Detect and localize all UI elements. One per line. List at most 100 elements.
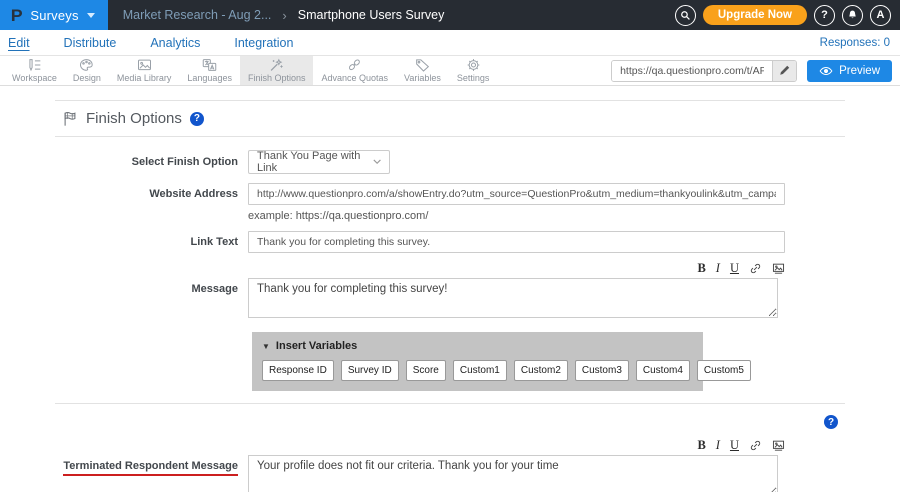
finish-flag-icon	[62, 111, 78, 127]
tab-analytics[interactable]: Analytics	[150, 36, 200, 50]
surveys-menu-button[interactable]: P Surveys	[0, 0, 108, 30]
topbar-actions: Upgrade Now ? A	[675, 5, 900, 26]
preview-button[interactable]: Preview	[807, 60, 892, 82]
finish-options-card: Finish Options ? Select Finish Option Th…	[55, 100, 845, 492]
breadcrumb: Market Research - Aug 2... › Smartphone …	[123, 8, 445, 23]
tool-settings[interactable]: Settings	[449, 56, 498, 85]
terminated-label: Terminated Respondent Message	[55, 455, 238, 492]
message-textarea[interactable]: Thank you for completing this survey!	[248, 278, 778, 318]
settings-icon	[466, 58, 481, 72]
avatar-initial: A	[877, 9, 885, 21]
tool-languages[interactable]: Languages	[179, 56, 240, 85]
image-icon[interactable]	[772, 439, 785, 452]
website-address-label: Website Address	[55, 183, 238, 222]
variable-response-id-button[interactable]: Response ID	[262, 360, 334, 381]
toolbar-right: Preview	[611, 56, 900, 85]
tool-label: Settings	[457, 73, 490, 83]
top-bar: P Surveys Market Research - Aug 2... › S…	[0, 0, 900, 30]
bold-icon[interactable]: B	[697, 262, 705, 275]
tool-workspace[interactable]: Workspace	[4, 56, 65, 85]
bold-icon[interactable]: B	[697, 439, 705, 452]
tool-label: Advance Quotas	[321, 73, 388, 83]
account-avatar[interactable]: A	[870, 5, 891, 26]
variable-custom2-button[interactable]: Custom2	[514, 360, 568, 381]
edit-url-button[interactable]	[772, 61, 796, 81]
help-button[interactable]: ?	[814, 5, 835, 26]
questionpro-logo: P	[11, 7, 23, 24]
search-button[interactable]	[675, 5, 696, 26]
help-icon[interactable]: ?	[190, 112, 204, 126]
terminated-row: Terminated Respondent Message Your profi…	[55, 455, 845, 492]
design-icon	[79, 58, 94, 72]
survey-tab-bar: Edit Distribute Analytics Integration Re…	[0, 30, 900, 56]
variable-survey-id-button[interactable]: Survey ID	[341, 360, 399, 381]
link-text-input[interactable]	[248, 231, 785, 253]
eye-icon	[819, 66, 833, 76]
variable-custom5-button[interactable]: Custom5	[697, 360, 751, 381]
message-label: Message	[55, 278, 238, 323]
tool-advance-quotas[interactable]: Advance Quotas	[313, 56, 396, 85]
variable-buttons: Response ID Survey ID Score Custom1 Cust…	[262, 360, 693, 381]
variable-score-button[interactable]: Score	[406, 360, 446, 381]
breadcrumb-folder[interactable]: Market Research - Aug 2...	[123, 8, 272, 22]
tool-label: Languages	[187, 73, 232, 83]
underline-icon[interactable]: U	[730, 262, 739, 275]
caret-down-icon	[87, 13, 95, 18]
chevron-down-icon	[373, 159, 381, 165]
advance-quotas-icon	[347, 58, 362, 72]
tool-label: Media Library	[117, 73, 172, 83]
notifications-button[interactable]	[842, 5, 863, 26]
search-icon	[680, 10, 691, 21]
workspace-icon	[27, 58, 42, 72]
link-text-label: Link Text	[55, 236, 238, 248]
variable-custom3-button[interactable]: Custom3	[575, 360, 629, 381]
terminated-textarea[interactable]: Your profile does not fit our criteria. …	[248, 455, 778, 492]
variables-icon	[415, 58, 430, 72]
tool-label: Workspace	[12, 73, 57, 83]
image-icon[interactable]	[772, 262, 785, 275]
terminated-help-icon[interactable]: ?	[824, 415, 838, 429]
italic-icon[interactable]: I	[716, 262, 720, 275]
product-label: Surveys	[30, 8, 78, 23]
italic-icon[interactable]: I	[716, 439, 720, 452]
link-icon[interactable]	[749, 439, 762, 452]
tool-label: Design	[73, 73, 101, 83]
finish-option-label: Select Finish Option	[55, 156, 238, 168]
survey-url-group	[611, 60, 797, 82]
responses-count[interactable]: Responses: 0	[820, 37, 890, 49]
finish-option-select[interactable]: Thank You Page with Link	[248, 150, 390, 174]
tool-variables[interactable]: Variables	[396, 56, 449, 85]
finish-options-form: Select Finish Option Thank You Page with…	[55, 137, 845, 404]
bell-icon	[847, 9, 858, 21]
link-icon[interactable]	[749, 262, 762, 275]
tab-edit[interactable]: Edit	[8, 36, 30, 50]
finish-options-icon	[269, 58, 284, 72]
chevron-right-icon: ›	[282, 8, 286, 23]
message-editor-toolbar: B I U	[248, 262, 785, 275]
tab-integration[interactable]: Integration	[234, 36, 293, 50]
main-content: Finish Options ? Select Finish Option Th…	[0, 86, 900, 492]
tool-finish-options[interactable]: Finish Options	[240, 56, 314, 85]
question-circle-icon: ?	[821, 9, 828, 21]
survey-url-input[interactable]	[612, 61, 772, 81]
website-example-text: example: https://qa.questionpro.com/	[248, 210, 845, 222]
tool-label: Finish Options	[248, 73, 306, 83]
variable-custom1-button[interactable]: Custom1	[453, 360, 507, 381]
tab-distribute[interactable]: Distribute	[64, 36, 117, 50]
underline-icon[interactable]: U	[730, 439, 739, 452]
edit-pencil-icon	[779, 65, 790, 76]
tool-media-library[interactable]: Media Library	[109, 56, 180, 85]
website-address-input[interactable]	[248, 183, 785, 205]
insert-variables-label: Insert Variables	[276, 340, 357, 352]
terminated-section: ? B I U Terminated Respondent Message Yo…	[55, 404, 845, 492]
insert-variables-toggle[interactable]: ▼ Insert Variables	[262, 340, 693, 352]
insert-variables-panel: ▼ Insert Variables Response ID Survey ID…	[252, 332, 703, 391]
message-row: Message Thank you for completing this su…	[55, 278, 845, 323]
preview-label: Preview	[839, 65, 880, 77]
languages-icon	[202, 58, 217, 72]
variable-custom4-button[interactable]: Custom4	[636, 360, 690, 381]
upgrade-now-button[interactable]: Upgrade Now	[703, 5, 807, 25]
caret-down-icon: ▼	[262, 342, 270, 351]
breadcrumb-survey-name: Smartphone Users Survey	[298, 8, 445, 22]
tool-design[interactable]: Design	[65, 56, 109, 85]
